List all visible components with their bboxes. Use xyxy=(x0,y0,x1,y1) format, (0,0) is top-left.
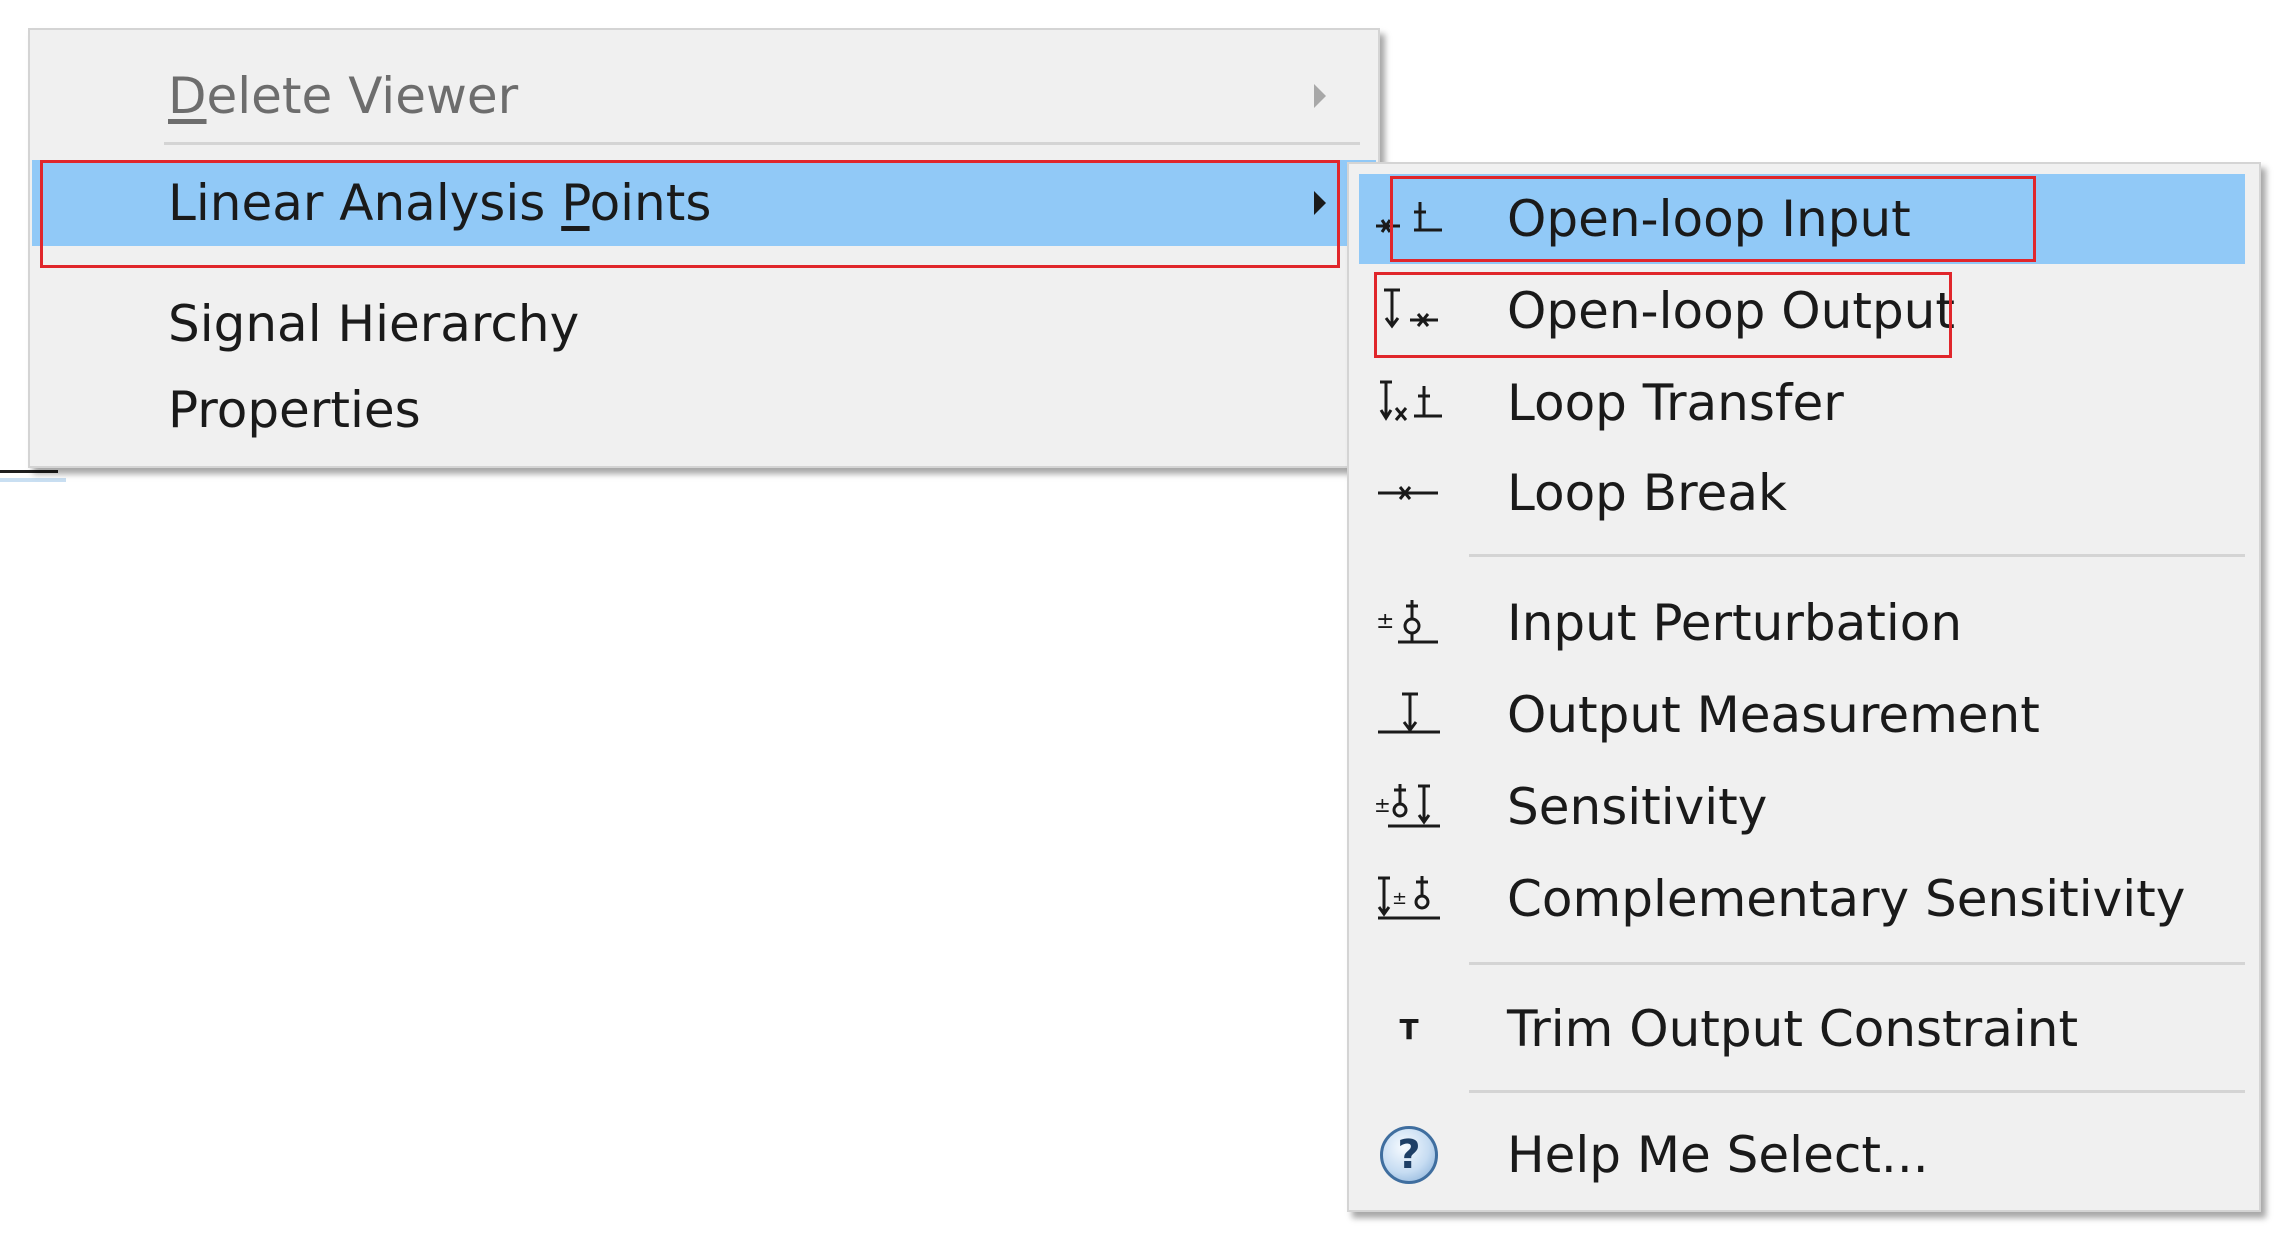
submenu-item-label: Input Perturbation xyxy=(1507,594,1963,652)
submenu-item-label: Complementary Sensitivity xyxy=(1507,870,2186,928)
submenu-item-label: Help Me Select... xyxy=(1507,1126,1929,1184)
submenu-item-trim-output-constraint[interactable]: T Trim Output Constraint xyxy=(1359,984,2245,1074)
context-menu: Delete Viewer Linear Analysis Points Sig… xyxy=(28,28,1380,468)
menu-separator xyxy=(1469,962,2245,965)
linear-analysis-submenu: Open-loop Input Open-loop Output Loop Tr… xyxy=(1347,162,2261,1212)
menu-item-label: Delete Viewer xyxy=(168,67,519,125)
submenu-item-label: Open-loop Output xyxy=(1507,282,1955,340)
loop-break-icon xyxy=(1369,463,1449,523)
submenu-item-label: Sensitivity xyxy=(1507,778,1768,836)
trim-glyph: T xyxy=(1399,1012,1419,1046)
background-edge xyxy=(0,478,66,482)
submenu-item-label: Loop Break xyxy=(1507,464,1787,522)
submenu-item-input-perturbation[interactable]: ± Input Perturbation xyxy=(1359,578,2245,668)
svg-text:±: ± xyxy=(1376,609,1394,634)
open-loop-input-icon xyxy=(1369,189,1449,249)
submenu-item-output-measurement[interactable]: Output Measurement xyxy=(1359,670,2245,760)
svg-text:±: ± xyxy=(1374,793,1391,817)
menu-item-label: Signal Hierarchy xyxy=(168,295,580,353)
menu-item-properties[interactable]: Properties xyxy=(32,370,1376,450)
menu-separator xyxy=(1469,554,2245,557)
menu-item-label: Linear Analysis Points xyxy=(168,174,712,232)
complementary-sensitivity-icon: ± xyxy=(1369,869,1449,929)
screen: Delete Viewer Linear Analysis Points Sig… xyxy=(0,0,2287,1257)
menu-item-label: Properties xyxy=(168,381,421,439)
submenu-item-label: Output Measurement xyxy=(1507,686,2040,744)
submenu-item-loop-break[interactable]: Loop Break xyxy=(1359,448,2245,538)
menu-separator xyxy=(1469,1090,2245,1093)
menu-item-signal-hierarchy[interactable]: Signal Hierarchy xyxy=(32,284,1376,364)
submenu-item-label: Loop Transfer xyxy=(1507,374,1844,432)
menu-item-delete-viewer[interactable]: Delete Viewer xyxy=(32,42,1376,150)
menu-item-linear-analysis-points[interactable]: Linear Analysis Points xyxy=(32,160,1376,246)
loop-transfer-icon xyxy=(1369,373,1449,433)
sensitivity-icon: ± xyxy=(1369,777,1449,837)
submenu-item-label: Trim Output Constraint xyxy=(1507,1000,2079,1058)
submenu-item-label: Open-loop Input xyxy=(1507,190,1911,248)
help-glyph: ? xyxy=(1380,1126,1438,1184)
submenu-arrow-icon xyxy=(1314,84,1326,108)
menu-separator xyxy=(164,142,1360,145)
submenu-item-open-loop-output[interactable]: Open-loop Output xyxy=(1359,266,2245,356)
submenu-arrow-icon xyxy=(1314,191,1326,215)
background-edge-line xyxy=(0,470,58,473)
input-perturbation-icon: ± xyxy=(1369,593,1449,653)
trim-output-constraint-icon: T xyxy=(1369,999,1449,1059)
open-loop-output-icon xyxy=(1369,281,1449,341)
submenu-item-help-me-select[interactable]: ? Help Me Select... xyxy=(1359,1110,2245,1200)
help-icon: ? xyxy=(1369,1125,1449,1185)
submenu-item-sensitivity[interactable]: ± Sensitivity xyxy=(1359,762,2245,852)
submenu-item-loop-transfer[interactable]: Loop Transfer xyxy=(1359,358,2245,448)
submenu-item-open-loop-input[interactable]: Open-loop Input xyxy=(1359,174,2245,264)
svg-text:±: ± xyxy=(1392,888,1407,909)
output-measurement-icon xyxy=(1369,685,1449,745)
submenu-item-complementary-sensitivity[interactable]: ± Complementary Sensitivity xyxy=(1359,854,2245,944)
